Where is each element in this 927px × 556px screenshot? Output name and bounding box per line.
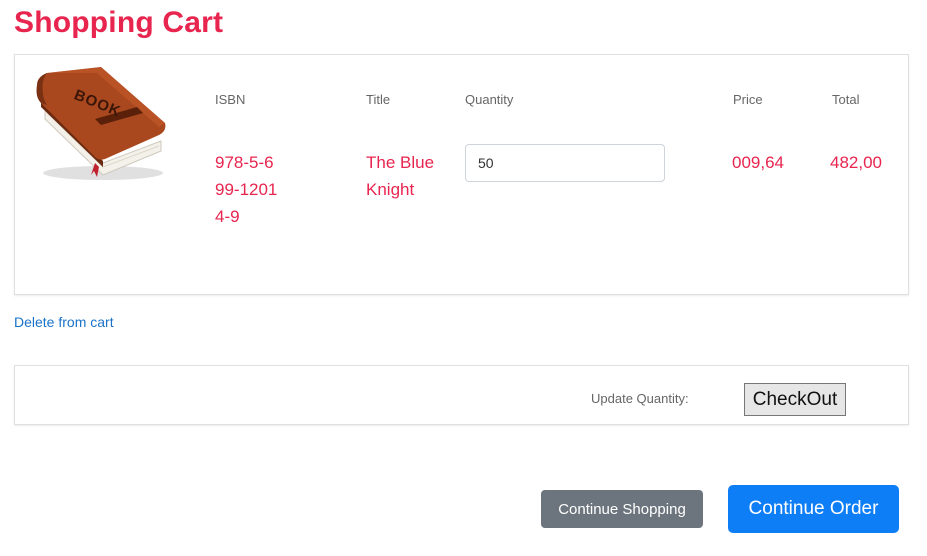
isbn-value: 978-5-699-12014-9: [215, 153, 278, 226]
price-header: Price: [733, 92, 763, 107]
book-icon: [36, 67, 166, 180]
title-header: Title: [366, 92, 391, 107]
cart-item-card: BOOK ISBN Title Quantity Price Total 978…: [14, 54, 909, 295]
continue-shopping-button[interactable]: Continue Shopping: [541, 490, 703, 528]
checkout-button[interactable]: CheckOut: [744, 383, 846, 416]
total-header: Total: [832, 92, 860, 107]
price-value: 009,64: [732, 153, 784, 172]
isbn-header: ISBN: [215, 92, 246, 107]
total-value: 482,00: [830, 153, 882, 172]
continue-order-button[interactable]: Continue Order: [728, 485, 899, 533]
update-quantity-card: Update Quantity: CheckOut: [14, 365, 909, 425]
update-quantity-label: Update Quantity:: [591, 391, 689, 406]
quantity-input[interactable]: [465, 144, 665, 182]
quantity-header: Quantity: [465, 92, 514, 107]
delete-from-cart-link[interactable]: Delete from cart: [14, 314, 114, 330]
title-value: The Blue Knight: [366, 153, 435, 199]
page-title: Shopping Cart: [14, 6, 224, 39]
